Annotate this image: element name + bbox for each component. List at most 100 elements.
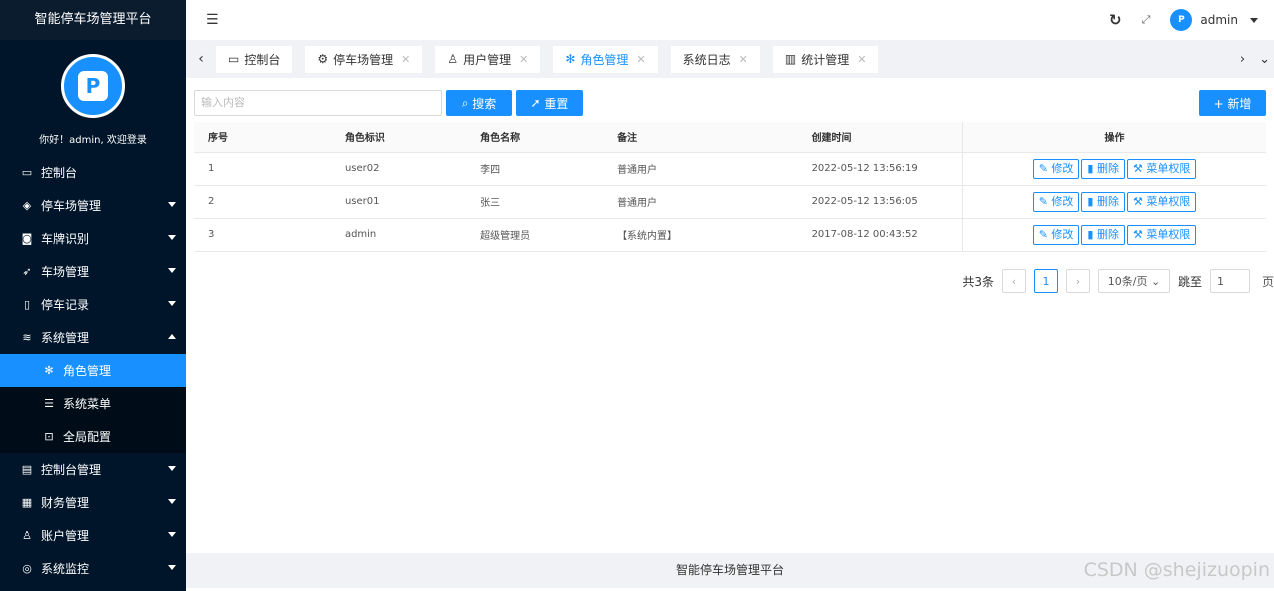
actions-cell: ✎ 修改 ▮ 删除 ⚒ 菜单权限 <box>962 185 1266 219</box>
sidebar-item-label: 停车场管理 <box>41 199 102 213</box>
delete-button[interactable]: ▮ 删除 <box>1081 158 1125 179</box>
sidebar-item[interactable]: ⊡ 全局配置 <box>0 420 186 453</box>
sidebar-item-label: 角色管理 <box>63 364 112 378</box>
sidebar-item[interactable]: ➶ 车场管理 <box>0 255 186 288</box>
monitor-icon: ▭ <box>21 166 33 179</box>
edit-button[interactable]: ✎ 修改 <box>1032 224 1080 245</box>
table-cell: 2022-05-12 13:56:19 <box>797 152 963 186</box>
close-icon[interactable]: ✕ <box>401 53 410 66</box>
page-suffix: 页 <box>1261 274 1274 289</box>
close-icon[interactable]: ✕ <box>519 53 528 66</box>
jump-label: 跳至 <box>1177 274 1202 289</box>
table-cell: user01 <box>330 185 467 219</box>
parking-icon: P <box>78 71 108 101</box>
tab-prev-icon[interactable]: ‹ <box>186 51 216 67</box>
sidebar-item-label: 系统监控 <box>41 562 90 576</box>
pager-current[interactable]: 1 <box>1033 269 1058 293</box>
tab-item[interactable]: ✻ 角色管理 ✕ <box>553 45 658 73</box>
sidebar-item-label: 车牌识别 <box>41 232 90 246</box>
sidebar-item[interactable]: ▦ 财务管理 <box>0 486 186 519</box>
tab-item[interactable]: ⚙ 停车场管理 ✕ <box>305 45 423 73</box>
table-cell: user02 <box>330 152 467 186</box>
menu-permission-button[interactable]: ⚒ 菜单权限 <box>1126 158 1197 179</box>
table-row: 3 admin 超级管理员 【系统内置】 2017-08-12 00:43:52 ✎ 修改… <box>194 218 1266 252</box>
search-button[interactable]: ⌕ 搜索 <box>446 90 512 116</box>
footer-text: 智能停车场管理平台 <box>675 563 784 577</box>
tab-item[interactable]: 系统日志 ✕ <box>670 45 760 73</box>
sidebar-item[interactable]: ✻ 角色管理 <box>0 354 186 387</box>
refresh-icon[interactable]: ↻ <box>1109 11 1122 29</box>
delete-icon: ▮ <box>1087 194 1097 208</box>
delete-icon: ▮ <box>1087 161 1097 175</box>
close-icon[interactable]: ✕ <box>857 53 866 66</box>
tab-item[interactable]: ▥ 统计管理 ✕ <box>772 45 879 73</box>
pager-next[interactable]: › <box>1065 269 1090 293</box>
sidebar-item-label: 控制台管理 <box>41 463 102 477</box>
snowflake-icon: ✻ <box>565 52 576 66</box>
watermark: CSDN @shejizuopin <box>1083 559 1270 581</box>
sidebar-item-label: 账户管理 <box>41 529 90 543</box>
chart-icon: ▥ <box>784 52 797 66</box>
config-icon: ⊡ <box>44 430 54 443</box>
sidebar-item[interactable]: ◙ 车牌识别 <box>0 222 186 255</box>
edit-icon: ✎ <box>1038 161 1052 175</box>
appstore-icon: ▦ <box>21 496 33 509</box>
monitor-icon: ▭ <box>228 52 240 66</box>
delete-button[interactable]: ▮ 删除 <box>1081 224 1125 245</box>
tab-item[interactable]: ♙ 用户管理 ✕ <box>435 45 541 73</box>
sidebar-item-label: 系统管理 <box>41 331 90 345</box>
menu-permission-button[interactable]: ⚒ 菜单权限 <box>1126 191 1197 212</box>
chevron-icon <box>168 301 176 306</box>
chevron-icon <box>168 334 176 339</box>
close-icon[interactable]: ✕ <box>636 53 645 66</box>
sidebar-item-label: 停车记录 <box>41 298 90 312</box>
sidebar-item[interactable]: ♙ 账户管理 <box>0 519 186 552</box>
tab-label: 用户管理 <box>463 52 512 67</box>
table-cell: 2022-05-12 13:56:05 <box>797 185 963 219</box>
tab-label: 停车场管理 <box>333 52 394 67</box>
sidebar-item-label: 全局配置 <box>63 430 112 444</box>
sidebar-item[interactable]: ▤ 控制台管理 <box>0 453 186 486</box>
sidebar-item[interactable]: ◈ 停车场管理 <box>0 189 186 222</box>
menu-permission-button[interactable]: ⚒ 菜单权限 <box>1126 224 1197 245</box>
user-menu[interactable]: P admin <box>1170 9 1258 31</box>
table-row: 1 user02 李四 普通用户 2022-05-12 13:56:19 ✎ 修改 ▮ 删除… <box>194 152 1266 186</box>
list-icon: ☰ <box>44 397 54 410</box>
actions-cell: ✎ 修改 ▮ 删除 ⚒ 菜单权限 <box>962 218 1266 252</box>
jump-input[interactable]: 1 <box>1209 269 1250 293</box>
column-header: 序号 <box>194 122 331 153</box>
tab-item[interactable]: ▭ 控制台 <box>216 45 293 73</box>
welcome-text: 你好！admin, 欢迎登录 <box>39 135 147 146</box>
footer: 智能停车场管理平台 CSDN @shejizuopin <box>186 553 1274 588</box>
menu-fold-icon[interactable]: ☰ <box>206 12 219 28</box>
sidebar-item[interactable]: ≋ 系统管理 <box>0 321 186 354</box>
sidebar-item[interactable]: ▭ 控制台 <box>0 156 186 189</box>
tab-next-icon[interactable]: › <box>1240 52 1245 67</box>
add-button[interactable]: + 新增 <box>1199 90 1266 116</box>
table-cell: 2017-08-12 00:43:52 <box>797 218 963 252</box>
close-icon[interactable]: ✕ <box>739 53 748 66</box>
edit-button[interactable]: ✎ 修改 <box>1032 191 1080 212</box>
tab-label: 控制台 <box>244 52 281 67</box>
table-cell: 1 <box>194 152 331 186</box>
reset-button[interactable]: ➚ 重置 <box>516 90 583 116</box>
chevron-icon <box>168 235 176 240</box>
table-cell: admin <box>330 218 467 252</box>
sidebar-item[interactable]: ◎ 系统监控 <box>0 552 186 585</box>
perm-icon: ⚒ <box>1132 227 1147 241</box>
fullscreen-icon[interactable]: ⤢ <box>1142 13 1151 27</box>
edit-button[interactable]: ✎ 修改 <box>1032 158 1080 179</box>
table-cell: 【系统内置】 <box>603 218 798 252</box>
table-cell: 李四 <box>466 152 604 186</box>
search-input[interactable]: 输入内容 <box>194 90 442 116</box>
send-icon: ➶ <box>22 265 32 278</box>
chevron-icon <box>168 532 176 537</box>
tab-more-icon[interactable]: ⌄ <box>1259 52 1270 67</box>
delete-button[interactable]: ▮ 删除 <box>1081 191 1125 212</box>
gem-icon: ◈ <box>22 199 32 212</box>
page-size-select[interactable]: 10条/页 ⌄ <box>1097 269 1170 293</box>
sidebar-item[interactable]: ☰ 系统菜单 <box>0 387 186 420</box>
pager-prev[interactable]: ‹ <box>1001 269 1026 293</box>
tab-label: 系统日志 <box>682 52 731 67</box>
sidebar-item[interactable]: ▯ 停车记录 <box>0 288 186 321</box>
